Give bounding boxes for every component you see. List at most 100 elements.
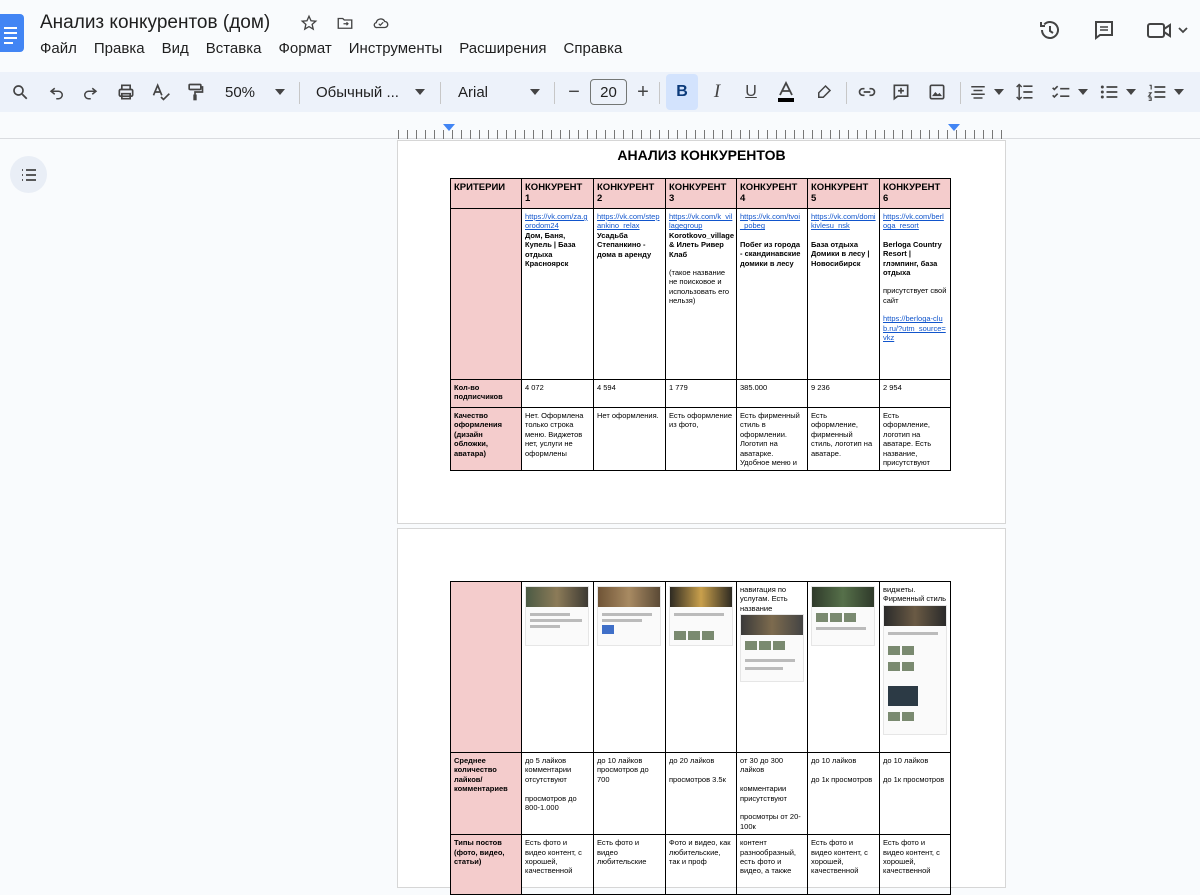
font-select[interactable]: Arial (458, 72, 518, 112)
subscribers-c1: 4 072 (521, 379, 594, 408)
table-row: Качество оформления (дизайн обложки, ава… (450, 406, 951, 472)
table-row: Типы постов (фото, видео, статьи) Есть ф… (450, 834, 951, 895)
highlight-color-icon[interactable] (812, 72, 836, 112)
paint-format-icon[interactable] (182, 72, 208, 112)
screenshot-c5 (807, 581, 880, 753)
numbered-list-dropdown-icon[interactable] (1172, 72, 1186, 112)
cell-c5-name: https://vk.com/domikivlesu_nsk База отды… (807, 208, 880, 380)
cell-c3-name: https://vk.com/k_villagegroup Korotkovo_… (665, 208, 737, 380)
zoom-select[interactable]: 50% (222, 72, 258, 112)
menu-insert[interactable]: Вставка (206, 40, 262, 57)
vk-page-screenshot (597, 586, 661, 646)
document-page[interactable]: навигация по услугам. Есть название видж… (397, 528, 1006, 895)
style-dropdown-icon[interactable] (413, 72, 427, 112)
menu-edit[interactable]: Правка (94, 40, 145, 57)
subscribers-c5: 9 236 (807, 379, 880, 408)
menu-help[interactable]: Справка (564, 40, 623, 57)
align-icon[interactable] (966, 72, 990, 112)
zoom-dropdown-icon[interactable] (273, 72, 287, 112)
criteria-design: Качество оформления (дизайн обложки, ава… (450, 406, 522, 472)
document-outline-button[interactable] (10, 156, 47, 193)
redo-icon[interactable] (78, 72, 102, 112)
header-competitor-4: КОНКУРЕНТ 4 (736, 178, 808, 209)
likes-c5: до 10 лайков до 1к просмотров (807, 751, 880, 836)
underline-button[interactable]: U (740, 72, 762, 112)
docs-logo-icon[interactable] (0, 14, 24, 52)
header-competitor-5: КОНКУРЕНТ 5 (807, 178, 880, 209)
undo-icon[interactable] (45, 72, 69, 112)
left-indent-marker[interactable] (443, 124, 455, 131)
increase-font-size-button[interactable]: + (633, 72, 653, 112)
insert-image-icon[interactable] (924, 72, 950, 112)
post-types-c4: контент разнообразный, есть фото и видео… (736, 834, 808, 895)
link-c6-site[interactable]: https://berloga-club.ru/?utm_source=vkz (883, 314, 947, 342)
cloud-saved-icon[interactable] (370, 12, 392, 34)
print-icon[interactable] (113, 72, 139, 112)
vk-page-screenshot (740, 614, 804, 683)
numbered-list-icon[interactable] (1144, 72, 1170, 112)
table-row: Среднее количество лайков/комментариев д… (450, 751, 951, 836)
comments-icon[interactable] (1092, 18, 1116, 47)
star-icon[interactable] (298, 12, 320, 34)
criteria-post-types: Типы постов (фото, видео, статьи) (450, 834, 522, 895)
criteria-cell (450, 208, 522, 380)
link-c1[interactable]: https://vk.com/za.gorodom24 (525, 212, 590, 231)
vk-page-screenshot (883, 604, 947, 735)
post-types-c6: Есть фото и видео контент, с хорошей, ка… (879, 834, 951, 895)
version-history-icon[interactable] (1038, 18, 1062, 47)
criteria-likes: Среднее количество лайков/комментариев (450, 751, 522, 836)
toolbar: 50% Обычный ... Arial − 20 + B I U (0, 72, 1200, 112)
bulleted-list-icon[interactable] (1096, 72, 1122, 112)
link-c5[interactable]: https://vk.com/domikivlesu_nsk (811, 212, 876, 231)
vk-page-screenshot (669, 586, 733, 646)
align-dropdown-icon[interactable] (992, 72, 1006, 112)
link-c6[interactable]: https://vk.com/berloga_resort (883, 212, 947, 231)
italic-button[interactable]: I (706, 72, 728, 112)
competitor-table: КРИТЕРИИ КОНКУРЕНТ 1 КОНКУРЕНТ 2 КОНКУРЕ… (450, 178, 951, 472)
document-page[interactable]: АНАЛИЗ КОНКУРЕНТОВ КРИТЕРИИ КОНКУРЕНТ 1 … (397, 140, 1006, 524)
right-indent-marker[interactable] (948, 124, 960, 131)
text-color-icon[interactable] (774, 72, 798, 112)
insert-link-icon[interactable] (854, 72, 880, 112)
decrease-font-size-button[interactable]: − (564, 72, 584, 112)
likes-c4: от 30 до 300 лайков комментарии присутст… (736, 751, 808, 836)
link-c3[interactable]: https://vk.com/k_villagegroup (669, 212, 733, 231)
search-menus-icon[interactable] (8, 72, 32, 112)
checklist-dropdown-icon[interactable] (1076, 72, 1090, 112)
meet-icon[interactable] (1146, 18, 1190, 47)
criteria-cell (450, 581, 522, 753)
menu-view[interactable]: Вид (162, 40, 189, 57)
cell-c4-name: https://vk.com/tvoi_pobeg Побег из город… (736, 208, 808, 380)
link-c2[interactable]: https://vk.com/stepankino_relax (597, 212, 662, 231)
table-row: Кол-во подписчиков 4 072 4 594 1 779 385… (450, 379, 951, 408)
menu-file[interactable]: Файл (40, 40, 77, 57)
header-competitor-6: КОНКУРЕНТ 6 (879, 178, 951, 209)
menu-tools[interactable]: Инструменты (349, 40, 443, 57)
screenshot-c3 (665, 581, 737, 753)
menu-extensions[interactable]: Расширения (459, 40, 546, 57)
add-comment-icon[interactable] (888, 72, 914, 112)
spellcheck-icon[interactable] (148, 72, 174, 112)
header-competitor-3: КОНКУРЕНТ 3 (665, 178, 737, 209)
table-row: https://vk.com/za.gorodom24 Дом, Баня, К… (450, 208, 951, 380)
link-c4[interactable]: https://vk.com/tvoi_pobeg (740, 212, 804, 231)
criteria-subscribers: Кол-во подписчиков (450, 379, 522, 408)
line-spacing-icon[interactable] (1012, 72, 1038, 112)
ruler[interactable] (0, 112, 1200, 139)
checklist-icon[interactable] (1048, 72, 1074, 112)
font-dropdown-icon[interactable] (528, 72, 542, 112)
menu-bar: Файл Правка Вид Вставка Формат Инструмен… (40, 40, 639, 57)
paragraph-style-select[interactable]: Обычный ... (316, 72, 406, 112)
header-competitor-2: КОНКУРЕНТ 2 (593, 178, 666, 209)
move-folder-icon[interactable] (334, 12, 356, 34)
header-competitor-1: КОНКУРЕНТ 1 (521, 178, 594, 209)
cell-c6-name: https://vk.com/berloga_resort Berloga Co… (879, 208, 951, 380)
font-size-input[interactable]: 20 (590, 79, 627, 105)
outline-list-icon (21, 168, 36, 181)
likes-c2: до 10 лайков просмотров до 700 (593, 751, 666, 836)
menu-format[interactable]: Формат (278, 40, 331, 57)
document-title[interactable]: Анализ конкурентов (дом) (40, 12, 270, 34)
bold-button[interactable]: B (666, 74, 698, 110)
bulleted-list-dropdown-icon[interactable] (1124, 72, 1138, 112)
post-types-c3: Фото и видео, как любительские, так и пр… (665, 834, 737, 895)
